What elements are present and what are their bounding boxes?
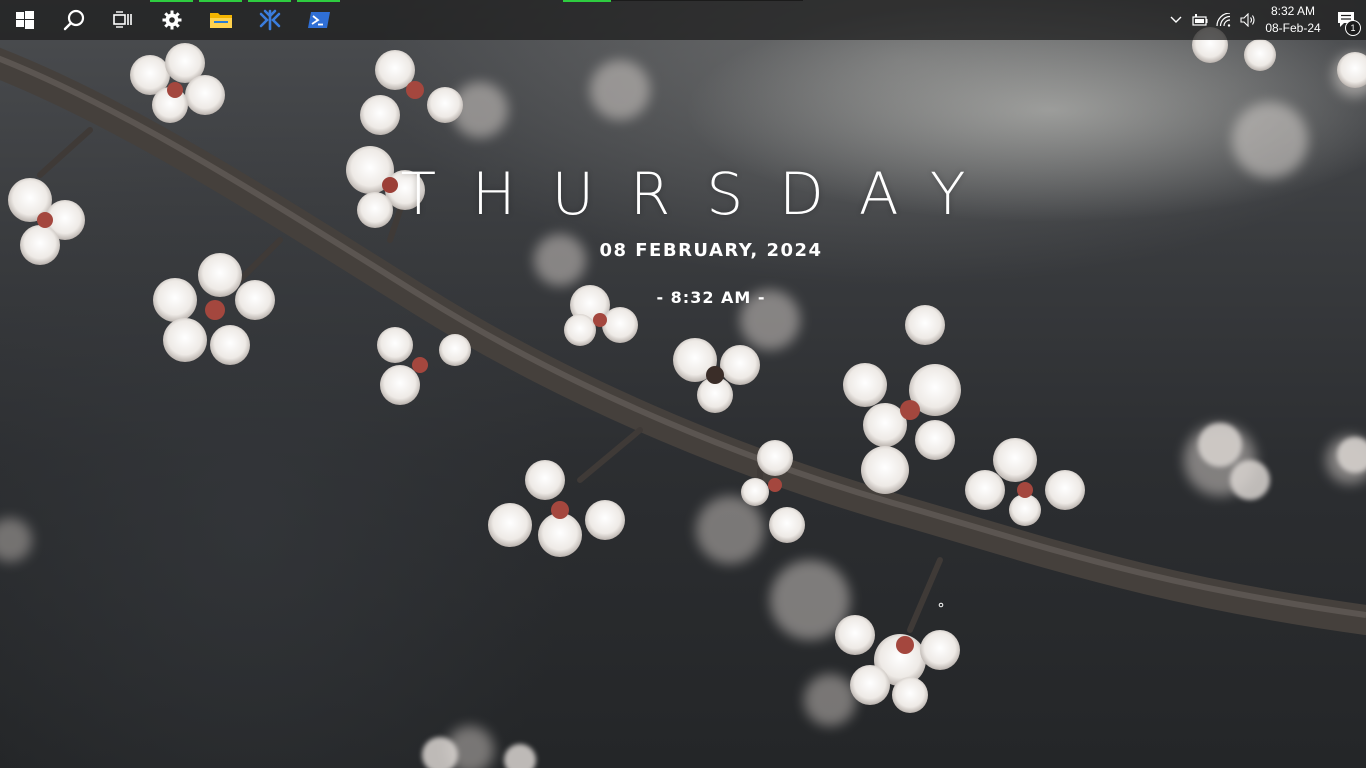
- widget-time: - 8:32 AM -: [656, 288, 766, 307]
- volume-button[interactable]: [1236, 0, 1260, 40]
- powershell-button[interactable]: [294, 0, 343, 40]
- battery-icon: [1192, 14, 1208, 26]
- widget-date: 08 FEBRUARY, 2024: [599, 240, 823, 261]
- folder-icon: [209, 13, 232, 28]
- windows-logo-icon: [15, 11, 34, 29]
- taskbar-clock[interactable]: 8:32 AM 08-Feb-24: [1260, 0, 1326, 40]
- network-button[interactable]: [1212, 0, 1236, 40]
- wifi-icon: [1216, 13, 1231, 27]
- file-explorer-button[interactable]: [196, 0, 245, 40]
- action-center-button[interactable]: 1: [1326, 0, 1366, 40]
- start-button[interactable]: [0, 0, 49, 40]
- chevron-up-icon: [1170, 16, 1182, 23]
- widget-day: THURSDAY: [400, 160, 1002, 228]
- clock-time: 8:32 AM: [1270, 4, 1316, 18]
- taskbar: 8:32 AM 08-Feb-24 1: [0, 0, 1366, 40]
- system-tray: 8:32 AM 08-Feb-24 1: [1164, 0, 1366, 40]
- mouse-cursor: [938, 602, 944, 608]
- wallpaper-image: [0, 27, 1366, 768]
- gear-icon: [162, 10, 181, 30]
- notification-count-badge: 1: [1345, 20, 1361, 36]
- vscode-button[interactable]: [245, 0, 294, 40]
- powershell-icon: [307, 12, 330, 28]
- task-view-button[interactable]: [98, 0, 147, 40]
- search-icon: [63, 9, 84, 31]
- show-hidden-icons-button[interactable]: [1164, 0, 1188, 40]
- volume-icon: [1240, 13, 1255, 27]
- desktop[interactable]: 8:32 AM 08-Feb-24 1 THURSDAY 08 FEBRUARY…: [0, 0, 1366, 768]
- vscode-icon: [259, 9, 280, 31]
- task-view-icon: [112, 11, 132, 28]
- search-button[interactable]: [49, 0, 98, 40]
- clock-date: 08-Feb-24: [1265, 21, 1321, 35]
- taskbar-center-indicator: [563, 0, 803, 2]
- battery-button[interactable]: [1188, 0, 1212, 40]
- settings-button[interactable]: [147, 0, 196, 40]
